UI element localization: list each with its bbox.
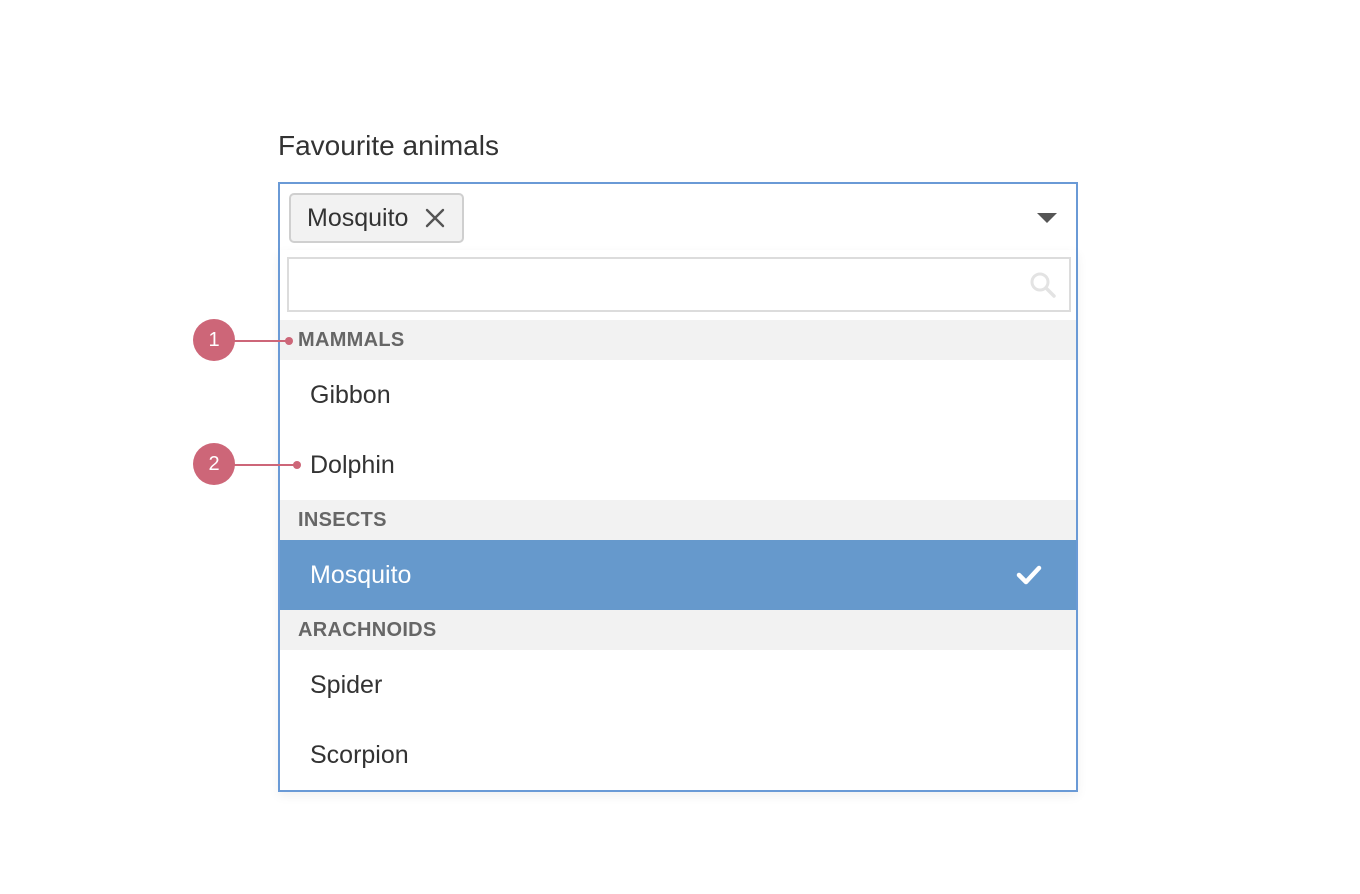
option-gibbon[interactable]: Gibbon xyxy=(280,360,1076,430)
multiselect-control[interactable]: Mosquito xyxy=(278,182,1078,252)
annotation-line-1 xyxy=(234,340,286,342)
search-input[interactable] xyxy=(289,259,1019,310)
option-dolphin[interactable]: Dolphin xyxy=(280,430,1076,500)
check-icon xyxy=(1016,565,1042,585)
field-label: Favourite animals xyxy=(278,130,499,161)
chip-label: Mosquito xyxy=(307,203,409,232)
annotation-marker-1: 1 xyxy=(193,319,235,361)
caret-down-icon[interactable] xyxy=(1036,212,1058,224)
search-box xyxy=(287,257,1071,312)
option-scorpion[interactable]: Scorpion xyxy=(280,720,1076,790)
group-header-arachnoids: ARACHNOIDS xyxy=(280,610,1076,650)
group-header-mammals: MAMMALS xyxy=(280,320,1076,360)
option-label: Dolphin xyxy=(310,450,395,479)
option-label: Spider xyxy=(310,670,383,699)
selected-chip-mosquito: Mosquito xyxy=(289,193,465,243)
group-header-insects: INSECTS xyxy=(280,500,1076,540)
page: Favourite animals Mosquito MAMMALS Gibbo… xyxy=(0,0,1360,894)
option-mosquito[interactable]: Mosquito xyxy=(280,540,1076,610)
option-spider[interactable]: Spider xyxy=(280,650,1076,720)
search-icon xyxy=(1030,272,1056,298)
option-label: Scorpion xyxy=(310,740,409,769)
dropdown-list: MAMMALS Gibbon Dolphin INSECTS Mosquito … xyxy=(278,250,1078,792)
annotation-dot-1 xyxy=(285,337,293,345)
annotation-line-2 xyxy=(234,464,294,466)
annotation-marker-2: 2 xyxy=(193,443,235,485)
option-label: Gibbon xyxy=(310,380,391,409)
annotation-dot-2 xyxy=(293,461,301,469)
options-list: MAMMALS Gibbon Dolphin INSECTS Mosquito … xyxy=(280,320,1076,790)
option-label: Mosquito xyxy=(310,560,412,589)
close-icon[interactable] xyxy=(422,205,448,231)
